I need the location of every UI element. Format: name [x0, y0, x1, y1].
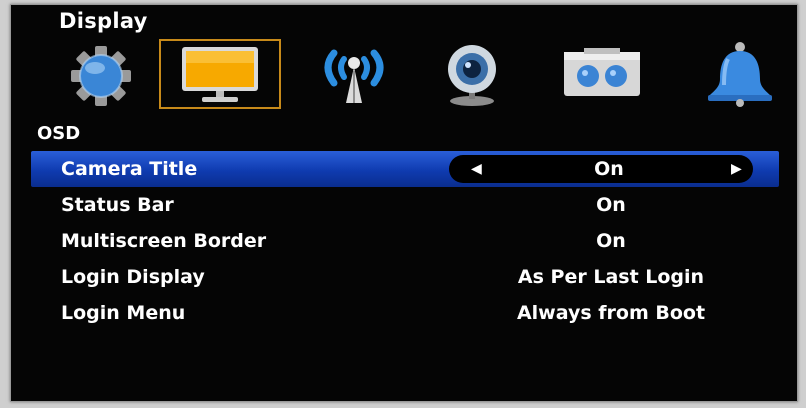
setting-value: On — [596, 230, 626, 252]
webcam-icon — [448, 45, 496, 106]
page-title: Display — [59, 9, 148, 33]
network-antenna-icon — [324, 49, 384, 103]
gear-icon — [71, 46, 131, 106]
osd-screen: Display OSD Camera Title ◀ On ▶ Status B… — [10, 4, 798, 402]
tab-system[interactable] — [41, 39, 163, 109]
setting-value: On — [596, 194, 626, 216]
hdd-recorder-icon — [564, 48, 640, 96]
setting-value: As Per Last Login — [517, 266, 705, 288]
tab-display[interactable] — [159, 39, 281, 109]
setting-row-camera-title[interactable]: Camera Title ◀ On ▶ — [31, 151, 779, 187]
setting-row-login-display[interactable]: Login Display As Per Last Login — [31, 259, 779, 295]
setting-row-multiscreen-border[interactable]: Multiscreen Border On — [31, 223, 779, 259]
setting-label: Login Display — [61, 266, 205, 288]
tab-network[interactable] — [293, 39, 415, 109]
setting-label: Status Bar — [61, 194, 174, 216]
section-header-osd: OSD — [37, 123, 81, 144]
arrow-right-icon[interactable]: ▶ — [731, 151, 742, 187]
category-icon-bar — [11, 39, 797, 109]
setting-label: Camera Title — [61, 158, 198, 180]
setting-row-status-bar[interactable]: Status Bar On — [31, 187, 779, 223]
setting-label: Multiscreen Border — [61, 230, 267, 252]
bell-icon — [708, 42, 772, 107]
tab-record[interactable] — [541, 39, 663, 109]
tab-camera[interactable] — [411, 39, 533, 109]
monitor-icon — [182, 47, 258, 102]
setting-value: Always from Boot — [516, 302, 706, 324]
setting-value: On — [594, 158, 624, 180]
settings-list: Camera Title ◀ On ▶ Status Bar On Multis… — [31, 151, 779, 331]
setting-row-login-menu[interactable]: Login Menu Always from Boot — [31, 295, 779, 331]
tab-alarm[interactable] — [679, 39, 801, 109]
setting-label: Login Menu — [61, 302, 186, 324]
frame: Display OSD Camera Title ◀ On ▶ Status B… — [0, 0, 806, 408]
